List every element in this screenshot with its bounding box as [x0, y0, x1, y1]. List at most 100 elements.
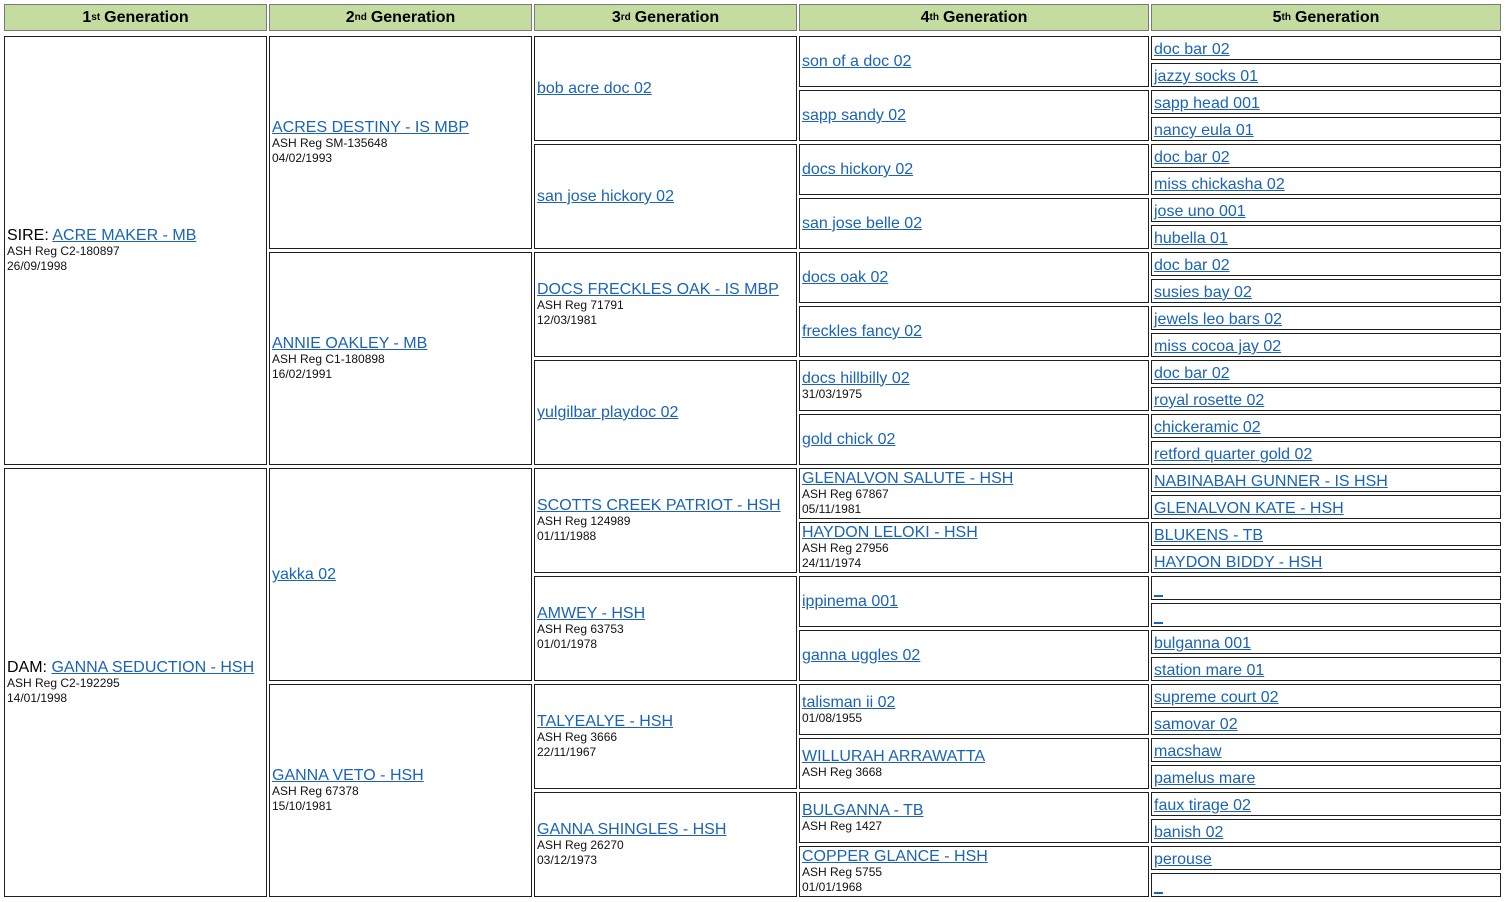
horse-link[interactable]: miss chickasha 02 — [1154, 176, 1285, 193]
horse-link[interactable]: samovar 02 — [1154, 716, 1238, 733]
horse-link[interactable]: sapp sandy 02 — [802, 107, 906, 124]
gen3-cell: SCOTTS CREEK PATRIOT - HSH ASH Reg 124989… — [534, 468, 797, 573]
horse-link[interactable]: bulganna 001 — [1154, 635, 1251, 652]
horse-link[interactable]: doc bar 02 — [1154, 41, 1230, 58]
horse-link[interactable]: san jose belle 02 — [802, 215, 922, 232]
horse-name-line: SCOTTS CREEK PATRIOT - HSH — [537, 497, 796, 514]
horse-link[interactable]: SCOTTS CREEK PATRIOT - HSH — [537, 497, 781, 514]
birth-date: 12/03/1981 — [537, 313, 598, 327]
birth-date: 05/11/1981 — [802, 502, 862, 516]
gen4-cell: ippinema 001 — [799, 576, 1149, 627]
horse-link[interactable]: GLENALVON SALUTE - HSH — [802, 470, 1013, 487]
horse-link[interactable]: AMWEY - HSH — [537, 605, 645, 622]
horse-link[interactable]: ACRES DESTINY - IS MBP — [272, 119, 469, 136]
horse-link[interactable]: ganna uggles 02 — [802, 647, 920, 664]
horse-link[interactable]: macshaw — [1154, 743, 1222, 760]
horse-link[interactable]: NABINABAH GUNNER - IS HSH — [1154, 473, 1388, 490]
horse-link[interactable]: freckles fancy 02 — [802, 323, 922, 340]
gen5-cell: susies bay 02 — [1151, 279, 1501, 303]
horse-link[interactable]: yakka 02 — [272, 566, 336, 583]
gen5-cell: doc bar 02 — [1151, 360, 1501, 384]
horse-link[interactable]: GLENALVON KATE - HSH — [1154, 500, 1344, 517]
generation-header-5: 5th Generation — [1151, 4, 1501, 31]
registration-number: ASH Reg C2-180897 — [7, 244, 120, 258]
horse-link[interactable]: HAYDON BIDDY - HSH — [1154, 554, 1322, 571]
horse-link[interactable]: WILLURAH ARRAWATTA — [802, 748, 985, 765]
horse-link[interactable]: doc bar 02 — [1154, 257, 1230, 274]
horse-link[interactable]: docs hillbilly 02 — [802, 370, 910, 387]
gen4-cell: docs hillbilly 02 31/03/1975 — [799, 360, 1149, 411]
horse-link[interactable]: pamelus mare — [1154, 770, 1255, 787]
horse-link[interactable]: BLUKENS - TB — [1154, 527, 1263, 544]
gen3-cell: DOCS FRECKLES OAK - IS MBP ASH Reg 71791 1… — [534, 252, 797, 357]
horse-link[interactable]: ANNIE OAKLEY - MB — [272, 335, 427, 352]
horse-link[interactable]: susies bay 02 — [1154, 284, 1252, 301]
gen5-cell: GLENALVON KATE - HSH — [1151, 495, 1501, 519]
registration-number: ASH Reg C2-192295 — [7, 676, 120, 690]
birth-date: 14/01/1998 — [7, 691, 68, 705]
horse-link[interactable]: gold chick 02 — [802, 431, 895, 448]
birth-date: 03/12/1973 — [537, 853, 598, 867]
horse-link[interactable]: DOCS FRECKLES OAK - IS MBP — [537, 281, 779, 298]
horse-name-line: macshaw — [1154, 743, 1500, 760]
horse-link[interactable]: ippinema 001 — [802, 593, 898, 610]
horse-link[interactable]: miss cocoa jay 02 — [1154, 338, 1281, 355]
horse-name-line: HAYDON BIDDY - HSH — [1154, 554, 1500, 571]
horse-link[interactable]: doc bar 02 — [1154, 365, 1230, 382]
generation-header-3: 3rd Generation — [534, 4, 797, 31]
gen5-cell: miss chickasha 02 — [1151, 171, 1501, 195]
generation-label: Generation — [942, 8, 1028, 26]
horse-name-line: doc bar 02 — [1154, 257, 1500, 274]
generation-number: 2 — [345, 8, 355, 26]
horse-link[interactable]: doc bar 02 — [1154, 149, 1230, 166]
horse-link[interactable]: BULGANNA - TB — [802, 802, 924, 819]
horse-link[interactable]: HAYDON LELOKI - HSH — [802, 524, 978, 541]
horse-link[interactable]: ACRE MAKER - MB — [52, 227, 196, 244]
horse-name-line: hubella 01 — [1154, 230, 1500, 247]
horse-link[interactable]: perouse — [1154, 851, 1212, 868]
horse-link[interactable]: GANNA VETO - HSH — [272, 767, 424, 784]
horse-link[interactable]: bob acre doc 02 — [537, 80, 652, 97]
horse-link[interactable]: retford quarter gold 02 — [1154, 446, 1312, 463]
horse-link[interactable]: yulgilbar playdoc 02 — [537, 404, 678, 421]
horse-name-line: HAYDON LELOKI - HSH — [802, 524, 1148, 541]
generation-header-2: 2nd Generation — [269, 4, 532, 31]
horse-link[interactable]: nancy eula 01 — [1154, 122, 1254, 139]
horse-link[interactable]: _ — [1154, 608, 1163, 625]
horse-link[interactable]: san jose hickory 02 — [537, 188, 674, 205]
gen5-cell: samovar 02 — [1151, 711, 1501, 735]
horse-name-line: COPPER GLANCE - HSH — [802, 848, 1148, 865]
horse-link[interactable]: royal rosette 02 — [1154, 392, 1264, 409]
horse-link[interactable]: GANNA SHINGLES - HSH — [537, 821, 726, 838]
horse-link[interactable]: hubella 01 — [1154, 230, 1228, 247]
horse-name-line: yulgilbar playdoc 02 — [537, 404, 796, 421]
horse-link[interactable]: faux tirage 02 — [1154, 797, 1251, 814]
horse-link[interactable]: COPPER GLANCE - HSH — [802, 848, 988, 865]
gen5-cell: _ — [1151, 873, 1501, 897]
horse-link[interactable]: supreme court 02 — [1154, 689, 1279, 706]
horse-link[interactable]: GANNA SEDUCTION - HSH — [51, 659, 254, 676]
horse-link[interactable]: station mare 01 — [1154, 662, 1264, 679]
horse-name-line: freckles fancy 02 — [802, 323, 1148, 340]
horse-link[interactable]: docs hickory 02 — [802, 161, 913, 178]
birth-date: 22/11/1967 — [537, 745, 597, 759]
horse-name-line: son of a doc 02 — [802, 53, 1148, 70]
horse-link[interactable]: talisman ii 02 — [802, 694, 895, 711]
horse-link[interactable]: banish 02 — [1154, 824, 1223, 841]
gen4-cell: san jose belle 02 — [799, 198, 1149, 249]
horse-link[interactable]: TALYEALYE - HSH — [537, 713, 673, 730]
horse-link[interactable]: son of a doc 02 — [802, 53, 911, 70]
gen5-cell: pamelus mare — [1151, 765, 1501, 789]
horse-link[interactable]: jazzy socks 01 — [1154, 68, 1258, 85]
horse-link[interactable]: _ — [1154, 878, 1163, 895]
horse-name-line: yakka 02 — [272, 566, 531, 583]
horse-name-line: _ — [1154, 608, 1500, 625]
horse-link[interactable]: _ — [1154, 581, 1163, 598]
horse-name-line: perouse — [1154, 851, 1500, 868]
horse-link[interactable]: docs oak 02 — [802, 269, 888, 286]
horse-name-line: DOCS FRECKLES OAK - IS MBP — [537, 281, 796, 298]
horse-link[interactable]: jose uno 001 — [1154, 203, 1246, 220]
horse-link[interactable]: sapp head 001 — [1154, 95, 1260, 112]
horse-link[interactable]: jewels leo bars 02 — [1154, 311, 1282, 328]
horse-link[interactable]: chickeramic 02 — [1154, 419, 1261, 436]
